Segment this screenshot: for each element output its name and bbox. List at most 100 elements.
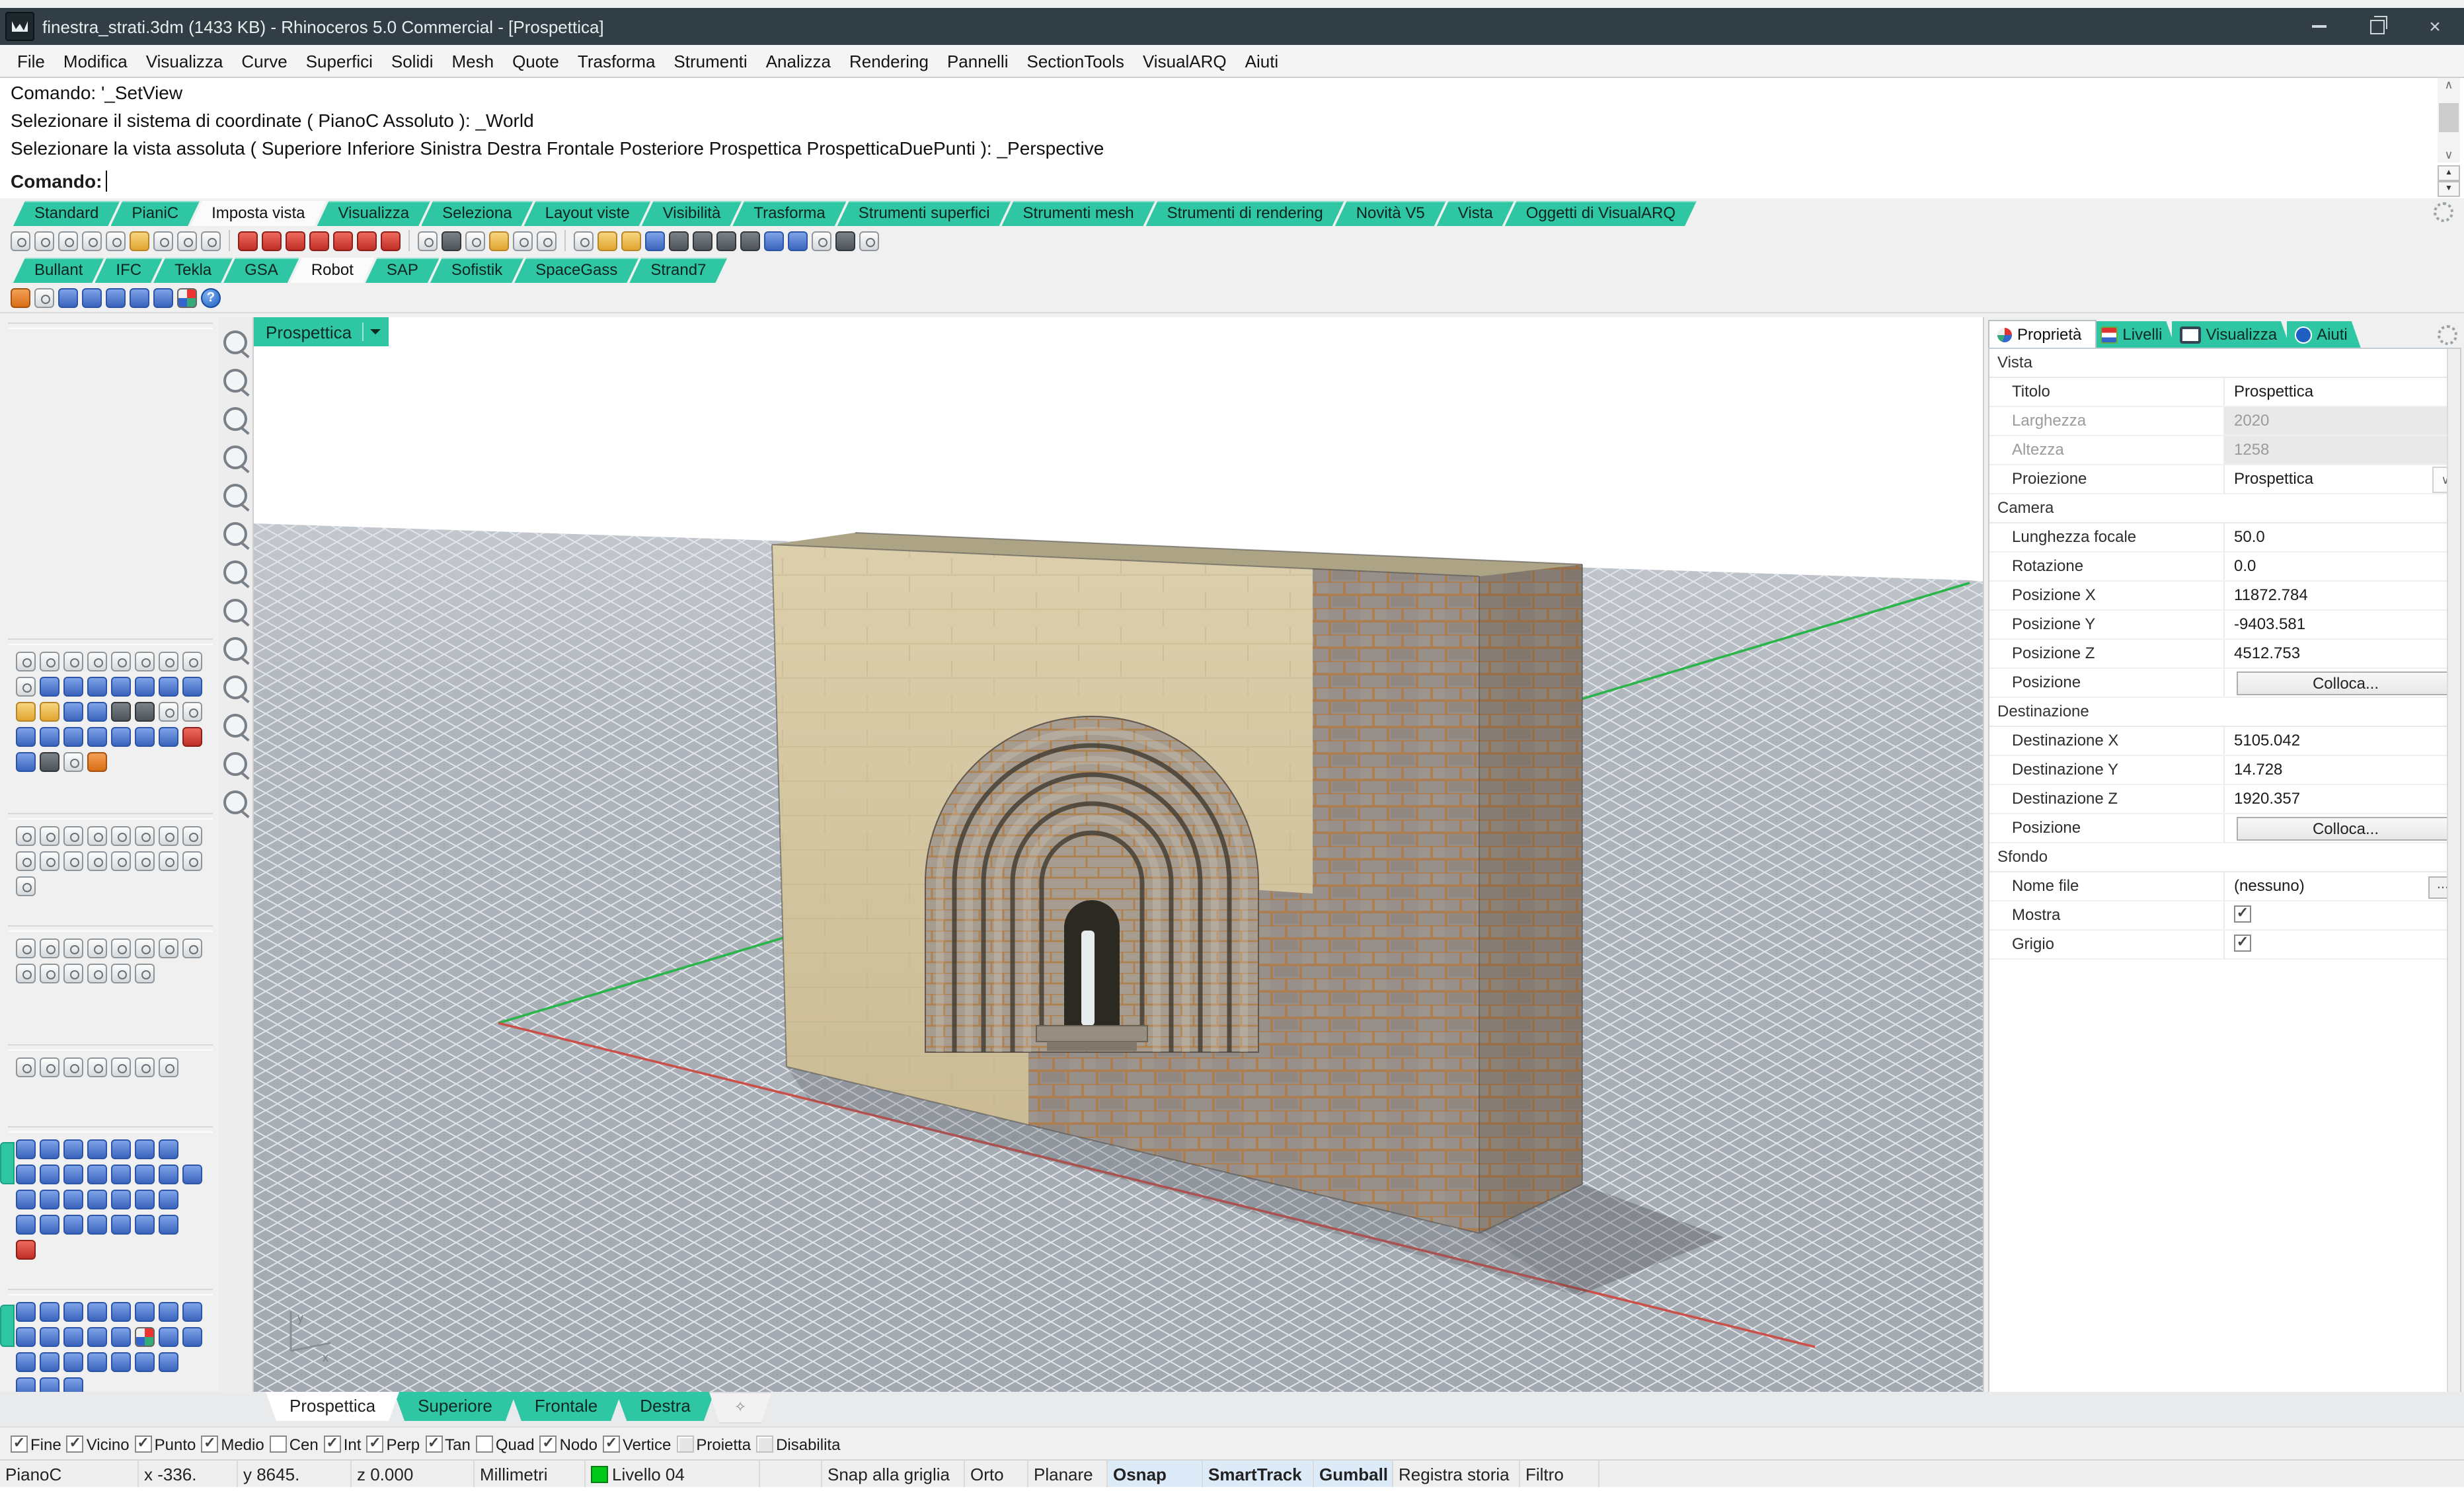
osnap-checkbox-quad[interactable] xyxy=(476,1435,493,1453)
panel-tab-proprietà[interactable]: Proprietà xyxy=(1988,320,2096,348)
tool-icon[interactable] xyxy=(764,231,784,250)
scroll-up-icon[interactable]: ∧ xyxy=(2444,78,2453,93)
palette-tool-icon[interactable] xyxy=(111,1302,131,1322)
palette-tool-icon[interactable] xyxy=(87,1190,107,1209)
toolbar-tab-imposta-vista[interactable]: Imposta vista xyxy=(190,201,326,226)
property-value[interactable]: (nessuno)... xyxy=(2225,872,2460,900)
palette-tool-icon[interactable] xyxy=(159,1215,178,1235)
close-button[interactable]: × xyxy=(2406,8,2464,45)
toolbar-options-gear-icon[interactable] xyxy=(2434,202,2453,222)
palette-tool-icon[interactable] xyxy=(111,851,131,871)
tool-icon[interactable] xyxy=(11,231,30,250)
tool-icon[interactable] xyxy=(693,231,712,250)
tool-icon[interactable] xyxy=(177,231,197,250)
menu-item-superfici[interactable]: Superfici xyxy=(297,51,382,71)
status-cell[interactable]: SmartTrack xyxy=(1203,1461,1314,1488)
palette-tool-icon[interactable] xyxy=(135,1302,155,1322)
tool-icon[interactable] xyxy=(357,231,377,250)
command-scrollbar[interactable]: ∧∨ xyxy=(2438,78,2460,163)
status-cell[interactable]: Osnap xyxy=(1108,1461,1203,1488)
palette-tool-icon[interactable] xyxy=(87,1165,107,1184)
palette-tool-icon[interactable] xyxy=(16,652,36,671)
palette-tool-icon[interactable] xyxy=(135,1139,155,1159)
status-cell[interactable]: Millimetri xyxy=(475,1461,586,1488)
toolbar-tab-vista[interactable]: Vista xyxy=(1437,201,1514,226)
toolbar-tab-layout-viste[interactable]: Layout viste xyxy=(524,201,651,226)
palette-tool-icon[interactable] xyxy=(182,677,202,697)
property-value[interactable]: 14.728 xyxy=(2225,756,2460,784)
osnap-checkbox-perp[interactable]: ✓ xyxy=(366,1435,383,1453)
prompt-spinner[interactable]: ▲▼ xyxy=(2438,165,2460,197)
tool-icon[interactable] xyxy=(58,231,78,250)
palette-tool-icon[interactable] xyxy=(40,964,59,983)
toolbar-tab-robot[interactable]: Robot xyxy=(290,258,375,283)
palette-tool-icon[interactable] xyxy=(135,1215,155,1235)
property-value[interactable]: Prospettica∨ xyxy=(2225,465,2460,493)
palette-tool-icon[interactable] xyxy=(182,826,202,846)
tool-icon[interactable] xyxy=(34,287,54,307)
command-history[interactable]: Comando: '_SetViewSelezionare il sistema… xyxy=(0,77,2464,168)
osnap-checkbox-medio[interactable]: ✓ xyxy=(201,1435,218,1453)
property-value[interactable]: ✓ xyxy=(2225,901,2460,929)
zoom-out-icon[interactable] xyxy=(223,599,247,623)
osnap-checkbox-fine[interactable]: ✓ xyxy=(11,1435,28,1453)
panel-tab-visualizza[interactable]: Visualizza xyxy=(2171,321,2290,348)
tool-icon[interactable]: ? xyxy=(201,287,221,307)
palette-tool-icon[interactable] xyxy=(87,851,107,871)
palette-tool-icon[interactable] xyxy=(182,851,202,871)
toolbar-tab-spacegass[interactable]: SpaceGass xyxy=(514,258,638,283)
palette-tool-icon[interactable] xyxy=(16,1240,36,1260)
property-value[interactable]: 11872.784 xyxy=(2225,582,2460,609)
toolbar-tab-visibilità[interactable]: Visibilità xyxy=(642,201,742,226)
palette-tool-icon[interactable] xyxy=(63,1165,83,1184)
zoom-extents-icon[interactable] xyxy=(223,637,247,661)
osnap-checkbox-int[interactable]: ✓ xyxy=(324,1435,341,1453)
menu-item-strumenti[interactable]: Strumenti xyxy=(664,51,756,71)
toolbar-tab-strumenti-mesh[interactable]: Strumenti mesh xyxy=(1002,201,1155,226)
tool-icon[interactable] xyxy=(574,231,594,250)
property-value[interactable]: 1920.357 xyxy=(2225,785,2460,813)
tool-icon[interactable] xyxy=(58,287,78,307)
tool-icon[interactable] xyxy=(333,231,353,250)
property-value[interactable]: Colloca... xyxy=(2225,669,2460,697)
toolbar-tab-trasforma[interactable]: Trasforma xyxy=(732,201,846,226)
palette-tool-icon[interactable] xyxy=(111,1165,131,1184)
palette-tool-icon[interactable] xyxy=(16,938,36,958)
tool-icon[interactable] xyxy=(130,231,149,250)
palette-tool-icon[interactable] xyxy=(40,752,59,772)
menu-item-rendering[interactable]: Rendering xyxy=(840,51,938,71)
tool-icon[interactable] xyxy=(262,231,282,250)
tool-icon[interactable] xyxy=(788,231,808,250)
palette-tool-icon[interactable] xyxy=(63,1215,83,1235)
tool-icon[interactable] xyxy=(82,287,102,307)
palette-tool-icon[interactable] xyxy=(159,1165,178,1184)
palette-tool-icon[interactable] xyxy=(111,826,131,846)
status-cell[interactable]: PianoC xyxy=(0,1461,139,1488)
toolbar-tab-sofistik[interactable]: Sofistik xyxy=(430,258,523,283)
palette-tool-icon[interactable] xyxy=(63,1327,83,1347)
tool-icon[interactable] xyxy=(153,231,173,250)
palette-tool-icon[interactable] xyxy=(63,938,83,958)
rotate-cw-view-icon[interactable] xyxy=(223,714,247,738)
scroll-thumb[interactable] xyxy=(2439,103,2459,132)
palette-tool-icon[interactable] xyxy=(182,652,202,671)
palette-tool-icon[interactable] xyxy=(16,702,36,722)
palette-tool-icon[interactable] xyxy=(40,1165,59,1184)
palette-tool-icon[interactable] xyxy=(87,1352,107,1372)
palette-tool-icon[interactable] xyxy=(63,1190,83,1209)
menu-item-trasforma[interactable]: Trasforma xyxy=(568,51,665,71)
palette-tool-icon[interactable] xyxy=(182,727,202,747)
palette-tool-icon[interactable] xyxy=(159,1302,178,1322)
tool-icon[interactable] xyxy=(513,231,533,250)
palette-tool-icon[interactable] xyxy=(159,1057,178,1077)
osnap-checkbox-nodo[interactable]: ✓ xyxy=(540,1435,557,1453)
palette-tool-icon[interactable] xyxy=(111,652,131,671)
toolbar-tab-oggetti-di-visualarq[interactable]: Oggetti di VisualARQ xyxy=(1505,201,1697,226)
tool-icon[interactable] xyxy=(489,231,509,250)
tool-icon[interactable] xyxy=(740,231,760,250)
palette-tool-icon[interactable] xyxy=(111,1327,131,1347)
zoom-in-icon[interactable] xyxy=(223,445,247,469)
osnap-checkbox-cen[interactable] xyxy=(270,1435,287,1453)
palette-tool-icon[interactable] xyxy=(159,938,178,958)
palette-tool-icon[interactable] xyxy=(135,702,155,722)
